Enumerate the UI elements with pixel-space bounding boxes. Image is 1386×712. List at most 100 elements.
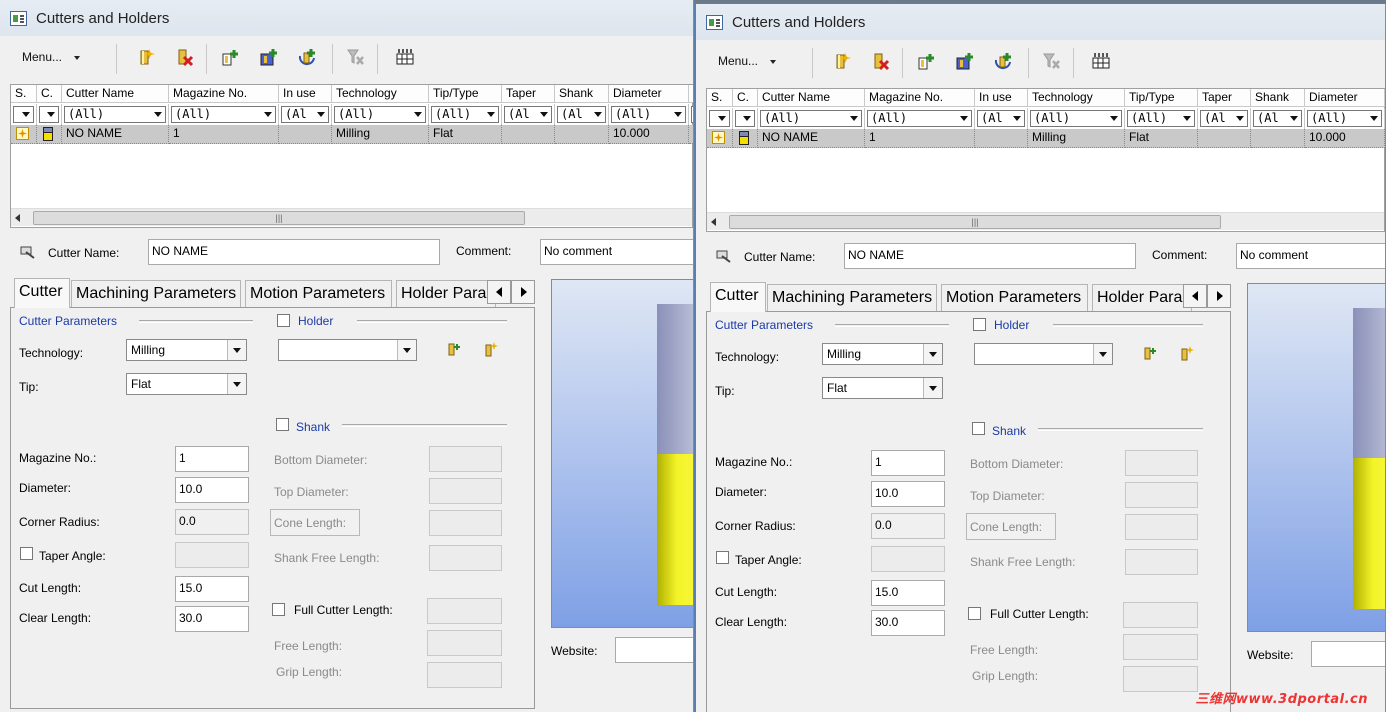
- column-header[interactable]: S.: [707, 89, 733, 107]
- export-button[interactable]: [992, 50, 1014, 72]
- scroll-left-icon[interactable]: [711, 218, 716, 226]
- holder-checkbox[interactable]: [973, 318, 986, 331]
- holder-select[interactable]: [278, 339, 417, 361]
- import-button[interactable]: [916, 50, 938, 72]
- tip-select[interactable]: Flat: [822, 377, 943, 399]
- magazine-input[interactable]: 1: [871, 450, 945, 476]
- tab-scroll-right-button[interactable]: [1207, 284, 1231, 308]
- taper-angle-checkbox[interactable]: [20, 547, 33, 560]
- filter-cell[interactable]: (All): [332, 104, 429, 126]
- filter-cell[interactable]: (All): [758, 108, 865, 130]
- title-bar[interactable]: Cutters and Holders: [0, 0, 693, 36]
- filter-dropdown[interactable]: (All): [431, 106, 499, 123]
- filter-cell[interactable]: [37, 104, 62, 126]
- filter-cell[interactable]: [707, 108, 733, 130]
- tab-motion-parameters[interactable]: Motion Parameters: [245, 280, 392, 308]
- tab-machining-parameters[interactable]: Machining Parameters: [767, 284, 937, 312]
- column-header[interactable]: Tip/Type: [429, 85, 502, 103]
- column-header[interactable]: In use: [975, 89, 1028, 107]
- filter-cell[interactable]: (All): [1028, 108, 1125, 130]
- import-button[interactable]: [220, 46, 242, 68]
- shank-checkbox[interactable]: [276, 418, 289, 431]
- column-header[interactable]: Shank: [1251, 89, 1305, 107]
- menu-button[interactable]: Menu...: [22, 50, 81, 64]
- column-header[interactable]: Taper: [502, 85, 555, 103]
- column-header[interactable]: In use: [279, 85, 332, 103]
- new-cutter-button[interactable]: [830, 50, 852, 72]
- tab-cutter[interactable]: Cutter: [14, 278, 70, 308]
- column-header[interactable]: C.: [37, 85, 62, 103]
- filter-dropdown[interactable]: (Al: [504, 106, 552, 123]
- table-settings-button[interactable]: [1090, 50, 1112, 72]
- website-input[interactable]: [1311, 641, 1385, 667]
- filter-dropdown[interactable]: (All): [760, 110, 862, 127]
- filter-cell[interactable]: (Al: [279, 104, 332, 126]
- scroll-thumb[interactable]: |||: [729, 215, 1221, 229]
- scroll-thumb[interactable]: |||: [33, 211, 525, 225]
- import-library-button[interactable]: [954, 50, 976, 72]
- import-library-button[interactable]: [258, 46, 280, 68]
- filter-cell[interactable]: (All): [429, 104, 502, 126]
- magazine-input[interactable]: 1: [175, 446, 249, 472]
- filter-dropdown[interactable]: (All): [64, 106, 166, 123]
- column-header[interactable]: Technology: [1028, 89, 1125, 107]
- column-header[interactable]: Shank: [555, 85, 609, 103]
- filter-cell[interactable]: (All): [1125, 108, 1198, 130]
- column-header[interactable]: Cutter Name: [62, 85, 169, 103]
- filter-dropdown[interactable]: [39, 106, 59, 123]
- cutter-name-input[interactable]: NO NAME: [148, 239, 440, 265]
- column-header[interactable]: Magazine No.: [169, 85, 279, 103]
- holder-select[interactable]: [974, 343, 1113, 365]
- column-header[interactable]: Cutter Name: [758, 89, 865, 107]
- comment-input[interactable]: No comment: [540, 239, 693, 265]
- table-settings-button[interactable]: [394, 46, 416, 68]
- horizontal-scrollbar[interactable]: |||: [11, 208, 692, 226]
- corner-radius-input[interactable]: 0.0: [871, 513, 945, 539]
- holder-new-icon[interactable]: [1178, 345, 1194, 361]
- filter-dropdown[interactable]: (All): [1030, 110, 1122, 127]
- filter-dropdown[interactable]: (All): [1307, 110, 1382, 127]
- tab-holder-parameters[interactable]: Holder Para: [396, 280, 496, 308]
- comment-input[interactable]: No comment: [1236, 243, 1385, 269]
- filter-dropdown[interactable]: (All): [334, 106, 426, 123]
- full-cutter-length-checkbox[interactable]: [968, 607, 981, 620]
- filter-cell[interactable]: (Al: [1198, 108, 1251, 130]
- corner-radius-input[interactable]: 0.0: [175, 509, 249, 535]
- delete-cutter-button[interactable]: [173, 46, 195, 68]
- filter-dropdown[interactable]: (Al: [1253, 110, 1302, 127]
- clear-length-input[interactable]: 30.0: [871, 610, 945, 636]
- holder-import-icon[interactable]: [1141, 345, 1157, 361]
- filter-dropdown[interactable]: (All): [171, 106, 276, 123]
- cone-length-button[interactable]: Cone Length:: [966, 513, 1056, 540]
- cut-length-input[interactable]: 15.0: [871, 580, 945, 606]
- filter-cell[interactable]: [11, 104, 37, 126]
- filter-cell[interactable]: (Al: [1251, 108, 1305, 130]
- taper-angle-checkbox[interactable]: [716, 551, 729, 564]
- tab-machining-parameters[interactable]: Machining Parameters: [71, 280, 241, 308]
- filter-cell[interactable]: (Al: [975, 108, 1028, 130]
- cone-length-button[interactable]: Cone Length:: [270, 509, 360, 536]
- column-header[interactable]: Diameter: [1305, 89, 1385, 107]
- cutter-grid[interactable]: S. C. Cutter Name Magazine No. In use Te…: [706, 88, 1385, 232]
- tab-scroll-right-button[interactable]: [511, 280, 535, 304]
- delete-cutter-button[interactable]: [869, 50, 891, 72]
- holder-checkbox[interactable]: [277, 314, 290, 327]
- shank-checkbox[interactable]: [972, 422, 985, 435]
- filter-cell[interactable]: (All): [169, 104, 279, 126]
- filter-dropdown[interactable]: [735, 110, 755, 127]
- full-cutter-length-checkbox[interactable]: [272, 603, 285, 616]
- column-header[interactable]: S.: [11, 85, 37, 103]
- table-row[interactable]: NO NAME 1 Milling Flat 10.000: [707, 129, 1385, 149]
- filter-cell[interactable]: (All): [865, 108, 975, 130]
- filter-cell[interactable]: (All): [609, 104, 689, 126]
- tip-select[interactable]: Flat: [126, 373, 247, 395]
- holder-import-icon[interactable]: [445, 341, 461, 357]
- tab-holder-parameters[interactable]: Holder Para: [1092, 284, 1192, 312]
- clear-filter-button[interactable]: [1040, 50, 1062, 72]
- tab-scroll-left-button[interactable]: [1183, 284, 1207, 308]
- filter-cell[interactable]: (All): [62, 104, 169, 126]
- horizontal-scrollbar[interactable]: |||: [707, 212, 1384, 230]
- filter-dropdown[interactable]: (All): [867, 110, 972, 127]
- column-header[interactable]: Diameter: [609, 85, 689, 103]
- filter-cell[interactable]: (Al: [502, 104, 555, 126]
